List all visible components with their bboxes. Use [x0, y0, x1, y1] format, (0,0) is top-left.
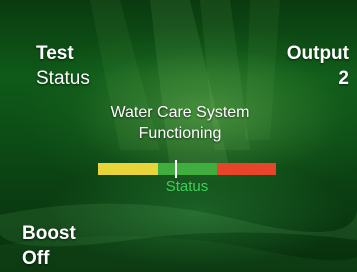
boost-value: Off [22, 248, 50, 269]
status-bar-low-segment [98, 163, 158, 175]
status-bar-high-segment [217, 163, 276, 175]
system-message-line1: Water Care System [110, 104, 250, 121]
test-label[interactable]: Test [36, 43, 74, 65]
status-marker [175, 160, 178, 178]
system-message-line2: Functioning [138, 125, 222, 142]
output-label[interactable]: Output [287, 43, 349, 65]
status-bar-label: Status [165, 178, 209, 195]
status-bar-ok-segment [158, 160, 217, 178]
status-bar [98, 160, 276, 178]
spa-control-screen: Test Status Output 2 Water Care System F… [0, 0, 357, 272]
boost-label[interactable]: Boost [22, 223, 76, 245]
output-value: 2 [338, 68, 349, 89]
test-status-label: Status [36, 68, 90, 89]
